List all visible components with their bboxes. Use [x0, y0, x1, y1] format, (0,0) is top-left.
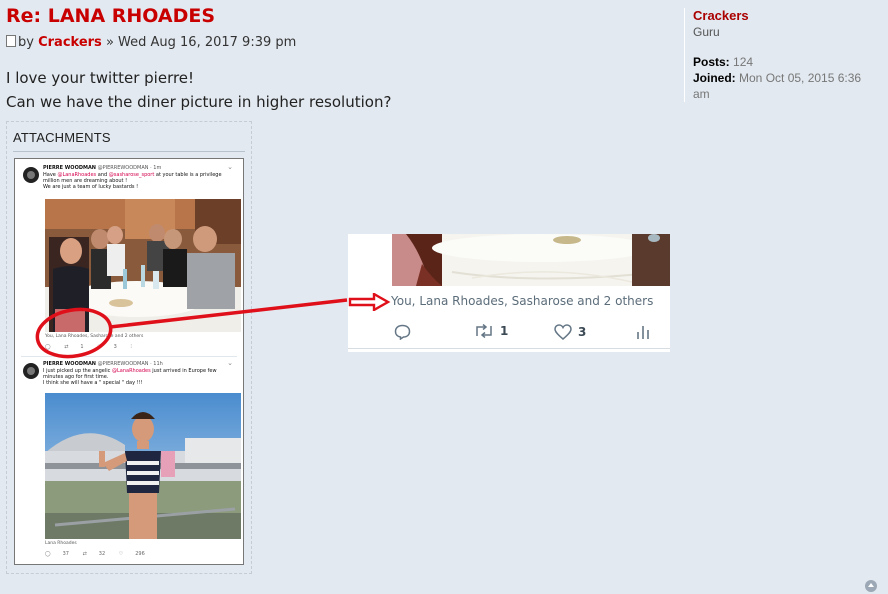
like-count: 296: [135, 551, 145, 557]
avatar: [23, 363, 39, 379]
diner-photo-crop: [392, 234, 670, 286]
retweet-button[interactable]: 1: [474, 324, 508, 338]
joined-label: Joined:: [693, 71, 736, 85]
attachment-image[interactable]: PIERRE WOODMAN @PIERREWOODMAN · 1m ⌄ Hav…: [14, 158, 244, 565]
like-button[interactable]: 3: [554, 324, 586, 340]
tweet-text-part: just arrived in Europe few: [152, 368, 217, 374]
tweet-likers: You, Lana Rhoades, Sasharose and 2 other…: [45, 334, 144, 339]
retweet-count: 1: [500, 324, 509, 338]
red-arrow-icon: [348, 293, 391, 311]
tweet-header: PIERRE WOODMAN @PIERREWOODMAN · 11h: [43, 361, 163, 367]
avatar: [23, 167, 39, 183]
profile-stats: Posts: 124 Joined: Mon Oct 05, 2015 6:36…: [693, 54, 877, 102]
tweet-author-name: PIERRE WOODMAN: [43, 361, 96, 367]
arrow-up-icon[interactable]: [865, 580, 877, 592]
reply-icon[interactable]: ◯: [45, 344, 51, 350]
zoomed-crop-image: You, Lana Rhoades, Sasharose and 2 other…: [348, 234, 670, 352]
like-count: 3: [113, 344, 117, 350]
tweet-handle: @PIERREWOODMAN: [97, 361, 149, 367]
poster-profile: Crackers Guru Posts: 124 Joined: Mon Oct…: [684, 8, 877, 102]
posts-label: Posts:: [693, 55, 730, 69]
post-date: Wed Aug 16, 2017 9:39 pm: [118, 35, 297, 50]
tweet-time: · 11h: [150, 361, 163, 367]
diner-photo: [45, 199, 241, 332]
bar-chart-icon[interactable]: [636, 324, 650, 340]
heart-icon[interactable]: ♡: [119, 551, 123, 557]
tweet-likers-link[interactable]: You, Lana Rhoades, Sasharose and 2 other…: [391, 294, 653, 308]
retweet-icon[interactable]: ⇄: [64, 344, 68, 350]
retweet-count: 32: [98, 551, 106, 557]
tweet-text: Have @LanaRhoades and @sasharose_sport a…: [43, 172, 222, 190]
bar-chart-icon[interactable]: ⫶: [130, 344, 131, 350]
airport-photo: [45, 393, 241, 539]
tweet-author-name: PIERRE WOODMAN: [43, 165, 96, 171]
tweet-text: I just picked up the angelic @LanaRhoade…: [43, 368, 217, 386]
profile-rank: Guru: [693, 25, 720, 39]
tweet-actions: ◯ 37 ⇄ 32 ♡ 296: [45, 551, 157, 557]
tweet-card: PIERRE WOODMAN @PIERREWOODMAN · 1m ⌄ Hav…: [23, 163, 241, 353]
tweet-divider: [21, 356, 237, 357]
crop-divider: [348, 348, 670, 349]
chevron-down-icon: ⌄: [227, 163, 233, 171]
tweet-header: PIERRE WOODMAN @PIERREWOODMAN · 1m: [43, 165, 161, 171]
post-meta-separator: »: [105, 35, 114, 50]
tweet-text-line: We are just a team of lucky bastards !: [43, 184, 139, 190]
attachments-divider: [13, 151, 245, 152]
chevron-down-icon: ⌄: [227, 359, 233, 367]
tweet-text-line: I think she will have a " special " day …: [43, 380, 143, 386]
retweet-icon[interactable]: ⇄: [83, 551, 87, 557]
reply-count: 37: [62, 551, 69, 557]
tweet-handle: @PIERREWOODMAN: [97, 165, 149, 171]
tweet-actions: ◯ ⇄ 1 ♡ 3 ⫶: [45, 344, 144, 350]
post-meta: by Crackers » Wed Aug 16, 2017 9:39 pm: [6, 35, 296, 50]
tweet-caption: Lana Rhoades: [45, 541, 77, 546]
retweet-icon: [476, 324, 492, 338]
retweet-count: 1: [80, 344, 84, 350]
reply-icon[interactable]: [394, 324, 411, 340]
post-page-icon[interactable]: [6, 35, 16, 47]
like-count: 3: [578, 325, 587, 339]
post-content: I love your twitter pierre! Can we have …: [6, 66, 391, 114]
post-body-line: I love your twitter pierre!: [6, 69, 195, 87]
tweet-text-part: at your table is a privilege: [155, 172, 222, 178]
heart-icon: [554, 324, 572, 340]
heart-icon[interactable]: ♡: [97, 344, 101, 350]
post-by-label: by: [18, 35, 34, 50]
tweet-mention: @LanaRhoades: [111, 368, 151, 374]
reply-icon[interactable]: ◯: [45, 551, 51, 557]
tweet-actions-zoomed: 1 3: [392, 324, 662, 344]
attachments-box: ATTACHMENTS PIERRE WOODMAN @PIERREWOODMA…: [6, 121, 252, 574]
post-title[interactable]: Re: LANA RHOADES: [6, 5, 215, 27]
posts-count[interactable]: 124: [733, 55, 753, 69]
profile-username[interactable]: Crackers: [693, 8, 877, 24]
tweet-card: PIERRE WOODMAN @PIERREWOODMAN · 11h ⌄ I …: [23, 359, 241, 559]
post-author-link[interactable]: Crackers: [38, 35, 102, 50]
attachments-title: ATTACHMENTS: [13, 130, 111, 145]
post-body-line: Can we have the diner picture in higher …: [6, 93, 392, 111]
tweet-time: · 1m: [150, 165, 162, 171]
